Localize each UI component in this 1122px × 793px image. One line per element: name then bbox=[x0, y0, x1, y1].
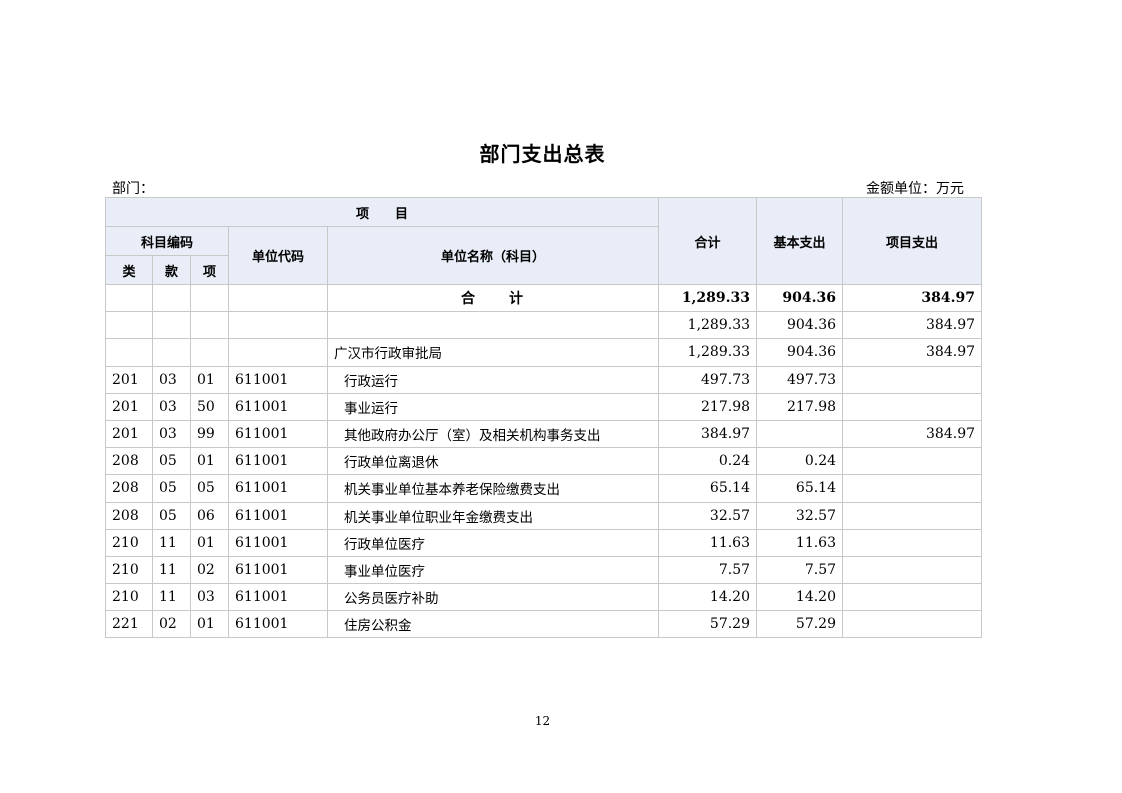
total-project: 384.97 bbox=[842, 283, 983, 313]
page-number: 12 bbox=[534, 714, 551, 728]
table-row: 208 05 06 611001 机关事业单位职业年金缴费支出 32.57 32.57 bbox=[105, 501, 983, 530]
header-unit-code: 单位代码 bbox=[228, 226, 328, 285]
header-kuan: 款 bbox=[152, 255, 191, 285]
table-row: 201 03 01 611001 行政运行 497.73 497.73 bbox=[105, 365, 983, 394]
total-label: 合 计 bbox=[326, 283, 660, 313]
table-row: 210 11 02 611001 事业单位医疗 7.57 7.57 bbox=[105, 555, 983, 585]
amount-unit-label: 金额单位：万元 bbox=[866, 181, 964, 197]
total-row: 合 计 1,289.33 904.36 384.97 bbox=[105, 283, 983, 313]
header-total: 合计 bbox=[658, 197, 758, 285]
total-basic: 904.36 bbox=[756, 283, 844, 313]
table-row: 210 11 03 611001 公务员医疗补助 14.20 14.20 bbox=[105, 583, 983, 612]
header-project: 项 目 bbox=[104, 197, 660, 227]
expenditure-table: 项 目 合计 基本支出 项目支出 科目编码 单位代码 单位名称（科目） 类 款 … bbox=[104, 197, 983, 639]
table-row: 221 02 01 611001 住房公积金 57.29 57.29 bbox=[105, 610, 983, 639]
table-row: 208 05 01 611001 行政单位离退休 0.24 0.24 bbox=[105, 447, 983, 476]
header-subject-code: 科目编码 bbox=[105, 226, 229, 256]
table-header: 项 目 合计 基本支出 项目支出 科目编码 单位代码 单位名称（科目） 类 款 … bbox=[104, 197, 983, 285]
table-row: 1,289.33 904.36 384.97 bbox=[105, 311, 983, 340]
header-basic-expenditure: 基本支出 bbox=[756, 197, 844, 285]
department-label: 部门： bbox=[112, 181, 154, 197]
table-row: 208 05 05 611001 机关事业单位基本养老保险缴费支出 65.14 65.1… bbox=[105, 474, 983, 503]
table-body: 合 计 1,289.33 904.36 384.97 1,289.33 904.3… bbox=[105, 283, 983, 639]
header-unit-name: 单位名称（科目） bbox=[326, 226, 660, 285]
header-project-expenditure: 项目支出 bbox=[842, 197, 983, 285]
page-title: 部门支出总表 bbox=[479, 142, 606, 166]
total-amount: 1,289.33 bbox=[658, 283, 758, 313]
table-row: 210 11 01 611001 行政单位医疗 11.63 11.63 bbox=[105, 528, 983, 557]
table-row: 201 03 50 611001 事业运行 217.98 217.98 bbox=[105, 392, 983, 421]
header-lei: 类 bbox=[105, 255, 153, 285]
table-row: 201 03 99 611001 其他政府办公厅（室）及相关机构事务支出 384.97… bbox=[105, 419, 983, 449]
header-xiang: 项 bbox=[190, 255, 229, 285]
table-row: 广汉市行政审批局 1,289.33 904.36 384.97 bbox=[105, 338, 983, 367]
